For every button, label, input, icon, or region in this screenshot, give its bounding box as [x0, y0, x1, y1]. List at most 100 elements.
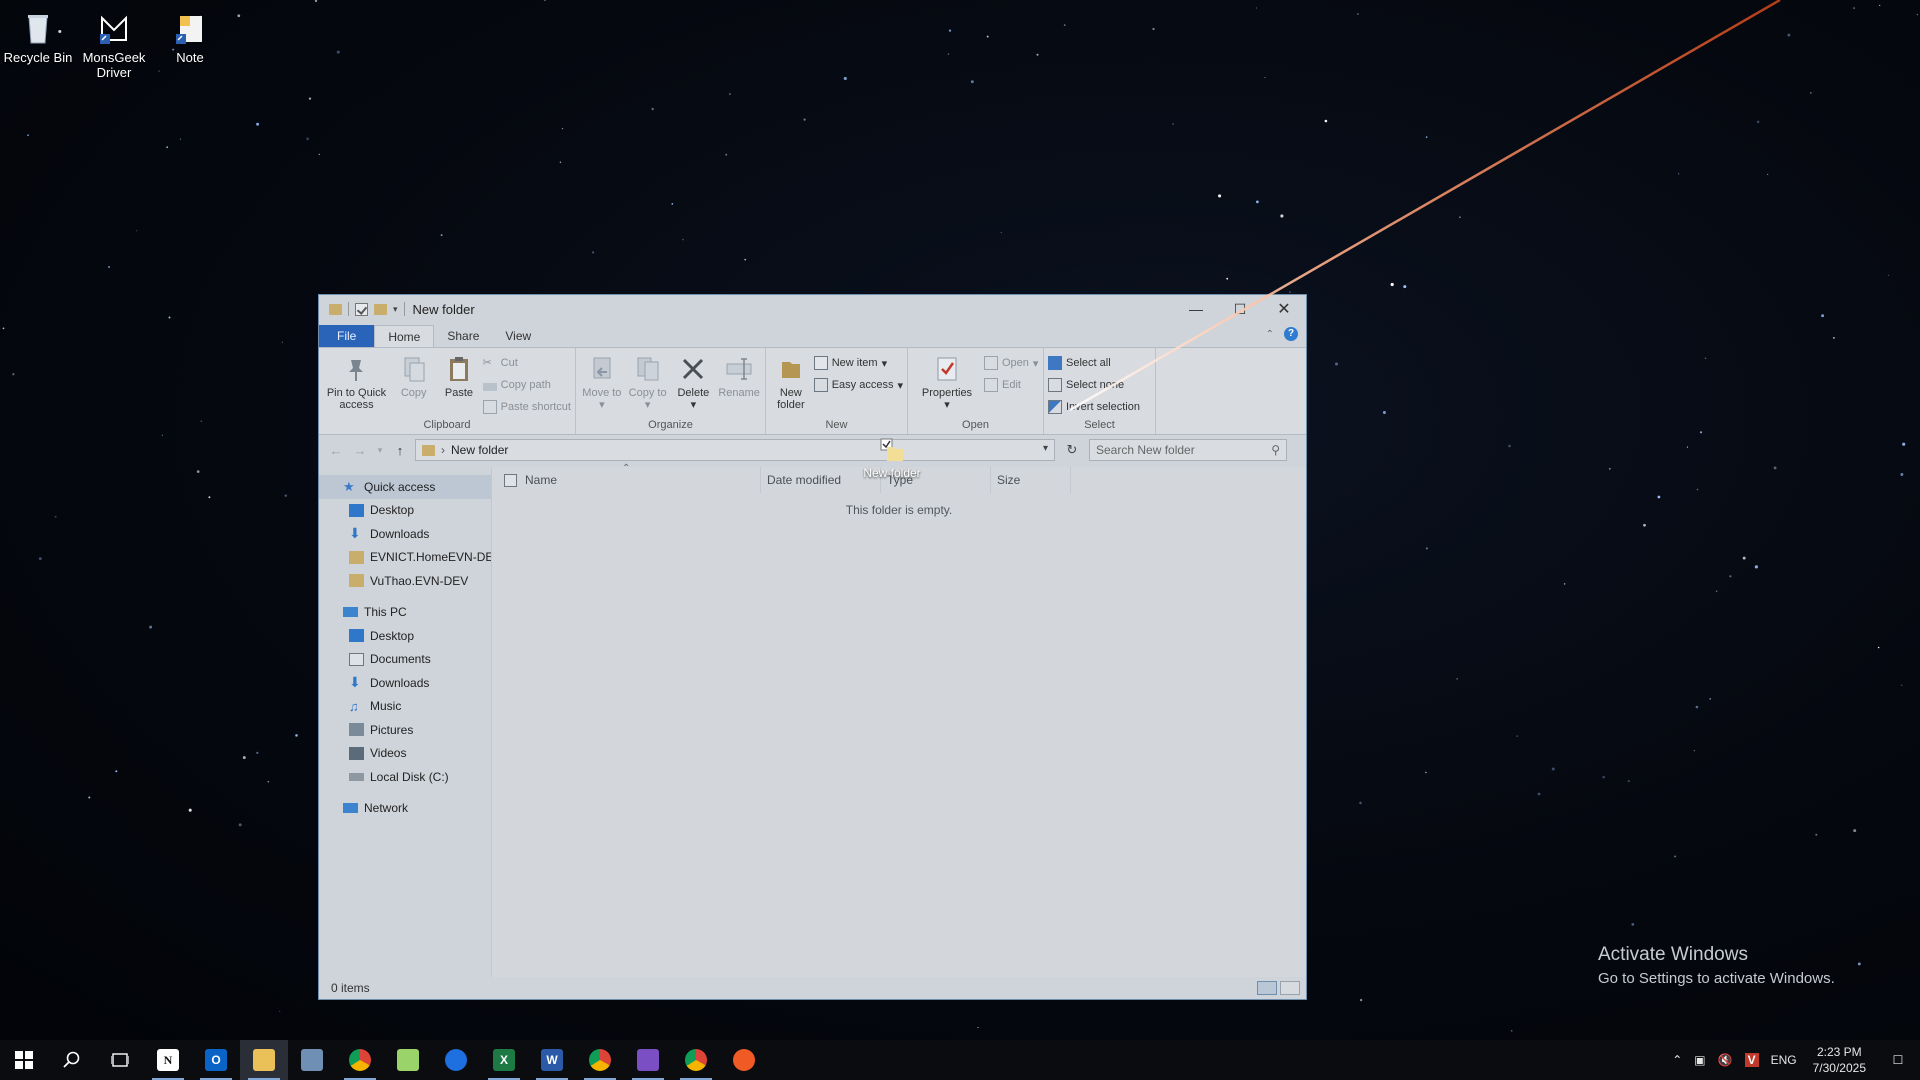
action-center-button[interactable]: ☐ [1876, 1040, 1920, 1080]
desktop-icon-label: MonsGeek Driver [82, 50, 146, 80]
search-button[interactable] [48, 1040, 96, 1080]
desktop-icon-note[interactable]: Note [152, 4, 228, 65]
properties-quick-icon[interactable] [355, 302, 368, 316]
forward-arrow-icon[interactable]: → [351, 443, 369, 458]
desktop-icon-monsgeek-driver[interactable]: MonsGeek Driver [76, 4, 152, 80]
tab-share[interactable]: Share [434, 325, 492, 347]
chrome-icon [349, 1049, 371, 1071]
easy-access-icon [813, 378, 828, 392]
taskbar-chrome-2[interactable] [576, 1040, 624, 1080]
nav-pc-downloads[interactable]: ⬇ Downloads [319, 671, 491, 695]
taskbar-excel[interactable]: X [480, 1040, 528, 1080]
tab-view[interactable]: View [492, 325, 544, 347]
show-hidden-icons-button[interactable]: ⌃ [1666, 1040, 1688, 1080]
customize-quick-access-icon[interactable]: ▾ [393, 304, 398, 315]
edit-button[interactable]: Edit [984, 376, 1038, 394]
nav-quick-access[interactable]: ★ Quick access [319, 475, 491, 499]
copy-path-button[interactable]: Copy path [482, 376, 571, 394]
nav-pc-documents[interactable]: Documents [319, 648, 491, 672]
taskbar-file-explorer[interactable] [240, 1040, 288, 1080]
star [1627, 779, 1630, 783]
tab-file[interactable]: File [319, 325, 375, 347]
taskbar-notepad[interactable] [384, 1040, 432, 1080]
nav-quick-vuthao[interactable]: VuThao.EVN-DEV [319, 569, 491, 593]
tab-home[interactable]: Home [374, 325, 435, 347]
open-button[interactable]: Open ▾ [984, 354, 1038, 372]
easy-access-button[interactable]: Easy access ▾ [813, 376, 903, 394]
star [196, 470, 200, 473]
recent-locations-icon[interactable]: ▾ [375, 445, 385, 456]
start-button[interactable] [0, 1040, 48, 1080]
paste-icon [444, 354, 474, 384]
nav-pc-local-disk[interactable]: Local Disk (C:) [319, 765, 491, 789]
taskbar-network-app[interactable] [288, 1040, 336, 1080]
back-arrow-icon[interactable]: ← [327, 443, 345, 458]
file-explorer-window: ▾ New folder — ☐ ✕ File Home Share View … [318, 294, 1307, 1000]
refresh-icon[interactable]: ↻ [1061, 442, 1083, 458]
star [947, 53, 950, 55]
taskbar-word[interactable]: W [528, 1040, 576, 1080]
taskbar-zalo[interactable] [432, 1040, 480, 1080]
address-dropdown-icon[interactable]: ▾ [1043, 443, 1048, 454]
help-icon[interactable]: ? [1284, 327, 1298, 341]
dragged-folder-label: New folder [863, 466, 921, 480]
network-status-button[interactable]: ▣ [1688, 1040, 1711, 1080]
select-all-icon [1048, 356, 1062, 370]
nav-quick-desktop[interactable]: Desktop [319, 499, 491, 523]
minimize-button[interactable]: — [1174, 295, 1218, 323]
file-list-pane[interactable]: Name Date modified Type Size ⌃ This fold… [492, 463, 1306, 977]
clock[interactable]: 2:23 PM 7/30/2025 [1803, 1044, 1876, 1076]
nav-this-pc[interactable]: This PC [319, 601, 491, 625]
select-all-button[interactable]: Select all [1048, 354, 1140, 372]
star [336, 50, 340, 54]
download-icon: ⬇ [349, 525, 361, 542]
desktop-icon-recycle-bin[interactable]: Recycle Bin [0, 4, 76, 65]
star [54, 515, 57, 518]
maximize-button[interactable]: ☐ [1218, 295, 1262, 323]
column-header-size[interactable]: Size [991, 467, 1071, 493]
select-all-checkbox[interactable] [504, 473, 517, 487]
dragged-folder[interactable]: New folder [852, 437, 932, 480]
nav-quick-downloads[interactable]: ⬇ Downloads [319, 522, 491, 546]
star [671, 203, 674, 205]
open-group: Properties ▾ Open ▾ Edit Open [908, 348, 1044, 434]
open-icon [984, 356, 998, 370]
star [1508, 444, 1511, 448]
documents-icon [349, 652, 364, 666]
star [1787, 33, 1791, 37]
language-indicator[interactable]: ENG [1765, 1040, 1803, 1080]
up-arrow-icon[interactable]: ↑ [391, 443, 409, 458]
nav-pc-music[interactable]: ♫ Music [319, 695, 491, 719]
title-bar[interactable]: ▾ New folder — ☐ ✕ [319, 295, 1306, 323]
vietkey-tray-button[interactable]: V [1739, 1040, 1765, 1080]
large-icons-view-button[interactable] [1280, 981, 1300, 995]
nav-network[interactable]: Network [319, 797, 491, 821]
taskbar-notion[interactable]: N [144, 1040, 192, 1080]
star [238, 823, 242, 827]
collapse-ribbon-icon[interactable]: ⌃ [1266, 329, 1274, 340]
search-input[interactable]: Search New folder ⚲ [1089, 439, 1287, 461]
nav-pc-desktop[interactable]: Desktop [319, 624, 491, 648]
network-app-icon [301, 1049, 323, 1071]
cut-button[interactable]: ✂ Cut [483, 354, 571, 372]
paste-shortcut-button[interactable]: Paste shortcut [482, 398, 571, 416]
nav-quick-evnict[interactable]: EVNICT.HomeEVN-DEV [319, 546, 491, 570]
nav-pc-videos[interactable]: Videos [319, 742, 491, 766]
select-none-button[interactable]: Select none [1048, 376, 1140, 394]
task-view-button[interactable] [96, 1040, 144, 1080]
close-button[interactable]: ✕ [1262, 295, 1306, 323]
star [1900, 473, 1904, 476]
new-item-button[interactable]: New item ▾ [813, 354, 903, 372]
taskbar-postman[interactable] [720, 1040, 768, 1080]
new-folder-quick-icon[interactable] [374, 303, 387, 315]
nav-pc-pictures[interactable]: Pictures [319, 718, 491, 742]
details-view-button[interactable] [1257, 981, 1277, 995]
taskbar-outlook[interactable]: O [192, 1040, 240, 1080]
taskbar-visual-studio[interactable] [624, 1040, 672, 1080]
breadcrumb[interactable]: New folder [451, 443, 508, 457]
volume-button[interactable]: 🔇 [1712, 1040, 1739, 1080]
address-field[interactable]: › New folder ▾ [415, 439, 1055, 461]
taskbar-chrome-3[interactable] [672, 1040, 720, 1080]
taskbar-chrome-1[interactable] [336, 1040, 384, 1080]
invert-selection-button[interactable]: Invert selection [1048, 398, 1140, 416]
